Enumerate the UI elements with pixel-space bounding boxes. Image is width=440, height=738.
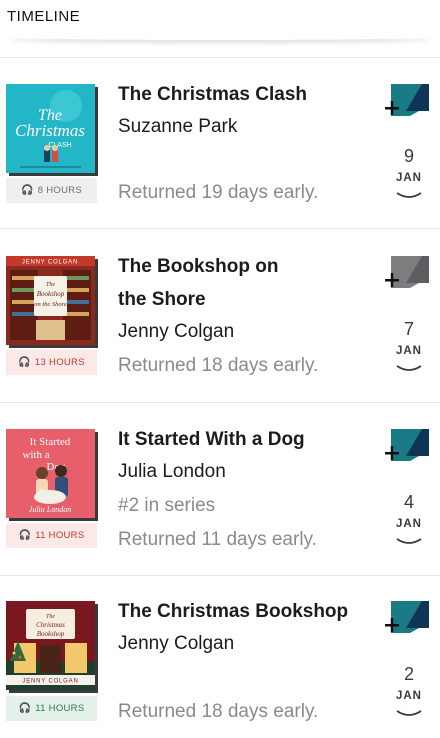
book-title-line: The Christmas Clash [118,84,307,105]
book-title-line: The Christmas Bookshop [118,601,349,622]
book-author[interactable]: Jenny Colgan [118,632,378,656]
cover-christmas-clash: The Christmas CLASH [6,84,95,173]
svg-text:Julia London: Julia London [29,505,71,514]
add-tag-icon[interactable] [384,255,430,289]
svg-text:The: The [46,282,55,288]
add-tag-icon[interactable] [384,428,430,462]
book-author[interactable]: Jenny Colgan [118,320,378,344]
book-author[interactable]: Suzanne Park [118,115,378,139]
add-tag-icon[interactable] [384,83,430,117]
divider [0,57,440,58]
series-info[interactable]: #2 in series [118,494,378,518]
return-note: Returned 11 days early. [118,529,317,550]
return-day: 2 [403,664,414,684]
book-cover[interactable]: It Started with a Dog Julia London [6,429,95,518]
return-month: JAN [395,172,422,184]
book-title[interactable]: The Christmas Bookshop [118,595,373,628]
book-title-line: the Shore [118,289,206,310]
book-cover[interactable]: JENNY COLGAN The Bookshop on the Shore [6,256,95,345]
svg-text:CLASH: CLASH [48,142,71,149]
cover-the-christmas-bookshop: The Christmas Bookshop JENNY COLGAN [6,601,95,690]
chevron-down-icon[interactable] [396,710,422,720]
page-title: TIMELINE [7,8,81,25]
chevron-down-icon[interactable] [396,538,422,548]
svg-text:Christmas: Christmas [15,121,85,140]
return-note: Returned 18 days early. [118,701,319,722]
svg-text:on the Shore: on the Shore [34,301,67,308]
cover-it-started-with-a-dog: It Started with a Dog Julia London [6,429,95,518]
svg-text:JENNY COLGAN: JENNY COLGAN [22,260,78,266]
divider [0,228,440,229]
listening-time: 13 HOURS [34,357,85,368]
svg-text:JENNY COLGAN: JENNY COLGAN [22,679,78,685]
chevron-down-icon[interactable] [396,192,422,202]
listening-time: 11 HOURS [35,703,85,714]
svg-text:with a: with a [22,449,49,461]
svg-text:The: The [46,614,55,620]
return-day: 4 [403,492,414,512]
book-cover[interactable]: The Christmas CLASH [6,84,95,173]
divider [0,575,440,576]
book-title[interactable]: The Bookshop on the Shore [118,250,373,316]
listening-time: 8 HOURS [37,185,83,196]
return-note: Returned 19 days early. [118,182,319,203]
return-day: 7 [403,319,414,339]
cover-bookshop-on-the-shore: JENNY COLGAN The Bookshop on the Shore [6,256,95,345]
svg-text:Christmas: Christmas [36,621,65,629]
book-cover[interactable]: The Christmas Bookshop JENNY COLGAN [6,601,95,690]
chevron-down-icon[interactable] [396,365,422,375]
return-day: 9 [403,146,414,166]
svg-text:It Started: It Started [30,436,71,448]
divider [0,402,440,403]
listening-time: 11 HOURS [35,530,85,541]
listening-time-badge: 🎧 11 HOURS [6,523,97,548]
book-title[interactable]: It Started With a Dog [118,423,373,456]
headphones-icon: 🎧 [20,185,34,196]
timeline-header: TIMELINE [0,0,440,38]
book-title-line: It Started With a Dog [118,429,305,450]
return-month: JAN [395,345,422,357]
listening-time-badge: 🎧 8 HOURS [6,178,97,203]
add-tag-icon[interactable] [384,600,430,634]
book-author[interactable]: Julia London [118,460,378,484]
headphones-icon: 🎧 [18,703,32,714]
book-title-line: The Bookshop on [118,256,279,277]
return-note: Returned 18 days early. [118,355,319,376]
return-month: JAN [395,690,422,702]
book-title[interactable]: The Christmas Clash [118,78,373,111]
svg-text:Bookshop: Bookshop [37,630,65,638]
listening-time-badge: 🎧 13 HOURS [6,350,97,375]
listening-time-badge: 🎧 11 HOURS [6,696,97,721]
headphones-icon: 🎧 [18,357,31,368]
return-month: JAN [395,518,422,530]
headphones-icon: 🎧 [18,530,32,541]
svg-text:Bookshop: Bookshop [37,290,65,298]
header-shadow [10,34,430,40]
